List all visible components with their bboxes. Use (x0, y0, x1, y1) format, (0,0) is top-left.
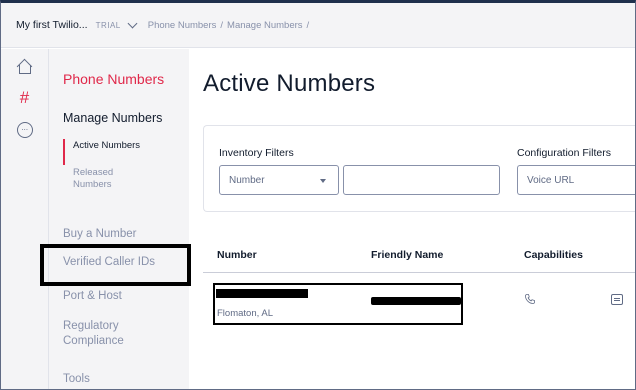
sidebar-item-active-numbers[interactable]: Active Numbers (63, 139, 140, 165)
chevron-down-icon (320, 179, 326, 183)
top-bar: My first Twilio... TRIAL Phone Numbers /… (0, 3, 636, 48)
sidebar: Phone Numbers Manage Numbers Active Numb… (49, 49, 189, 390)
more-dots-icon: ··· (16, 122, 33, 138)
column-header-number[interactable]: Number (217, 249, 257, 261)
inventory-filter-input[interactable] (343, 165, 500, 195)
icon-rail: # ··· (0, 49, 49, 390)
home-icon (17, 59, 32, 74)
rail-phone-numbers[interactable]: # (0, 81, 49, 115)
account-name[interactable]: My first Twilio... (16, 19, 88, 31)
column-header-friendly-name[interactable]: Friendly Name (371, 249, 443, 261)
breadcrumb-separator: / (220, 19, 224, 31)
breadcrumb-phone-numbers[interactable]: Phone Numbers (148, 20, 217, 31)
sidebar-section-manage-numbers[interactable]: Manage Numbers (63, 111, 162, 125)
configuration-filters-label: Configuration Filters (517, 147, 611, 159)
configuration-filter-value: Voice URL (527, 175, 575, 186)
column-header-capabilities: Capabilities (524, 249, 583, 261)
voice-phone-icon (525, 294, 535, 304)
sms-message-icon (611, 294, 623, 305)
sidebar-item-tools[interactable]: Tools (63, 372, 90, 387)
sidebar-item-buy-a-number[interactable]: Buy a Number (63, 227, 137, 242)
breadcrumb-separator: / (306, 19, 310, 31)
inventory-filter-select[interactable]: Number (219, 165, 339, 195)
rail-more[interactable]: ··· (0, 113, 49, 147)
chevron-down-icon[interactable] (127, 18, 138, 28)
sidebar-title[interactable]: Phone Numbers (63, 71, 164, 87)
inventory-filter-value: Number (229, 175, 265, 186)
sidebar-item-verified-caller-ids[interactable]: Verified Caller IDs (63, 255, 155, 270)
inventory-filters-label: Inventory Filters (219, 147, 294, 159)
redacted-phone-number[interactable] (216, 289, 308, 298)
redacted-friendly-name (371, 297, 461, 305)
sidebar-item-released-numbers[interactable]: Released Numbers (63, 167, 119, 191)
number-location: Flomaton, AL (217, 308, 273, 319)
rail-home[interactable] (0, 49, 49, 83)
table-divider (203, 272, 636, 273)
trial-badge: TRIAL (95, 20, 121, 30)
sidebar-item-regulatory-compliance[interactable]: Regulatory Compliance (63, 319, 143, 349)
configuration-filter-select[interactable]: Voice URL (517, 165, 636, 195)
sidebar-item-port-host[interactable]: Port & Host (63, 289, 122, 304)
hash-icon: # (19, 88, 30, 107)
breadcrumb-manage-numbers[interactable]: Manage Numbers (227, 20, 303, 31)
page-title: Active Numbers (203, 70, 376, 97)
